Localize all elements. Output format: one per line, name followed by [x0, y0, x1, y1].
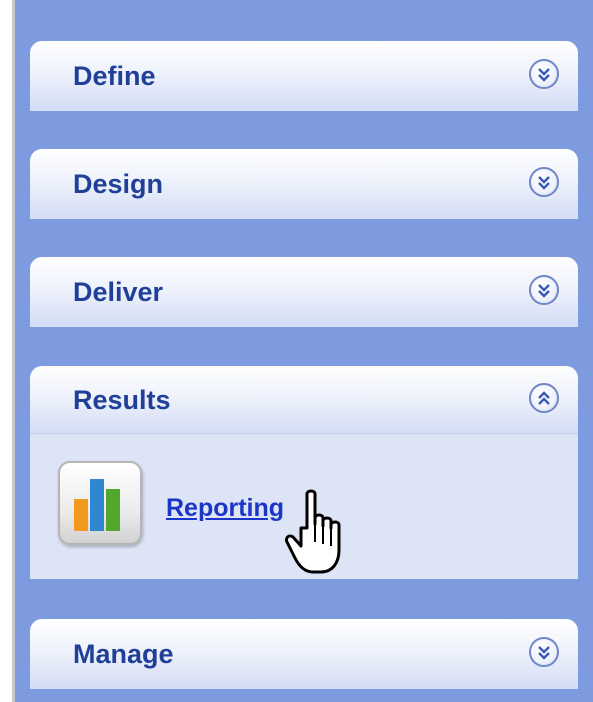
- section-header-manage[interactable]: Manage: [30, 619, 578, 689]
- double-chevron-down-icon[interactable]: [529, 637, 559, 667]
- double-chevron-down-icon[interactable]: [529, 59, 559, 89]
- section-header-design[interactable]: Design: [30, 149, 578, 219]
- bar-chart-icon[interactable]: [58, 461, 142, 545]
- section-label-deliver: Deliver: [73, 276, 164, 307]
- section-label-define: Define: [73, 60, 156, 91]
- double-chevron-down-icon[interactable]: [529, 167, 559, 197]
- section-label-manage: Manage: [73, 638, 174, 669]
- section-header-deliver[interactable]: Deliver: [30, 257, 578, 327]
- hand-pointer-icon: [283, 488, 353, 580]
- double-chevron-up-icon[interactable]: [529, 383, 559, 413]
- section-header-define[interactable]: Define: [30, 41, 578, 111]
- section-label-results: Results: [73, 384, 171, 415]
- section-header-results[interactable]: Results: [30, 366, 578, 434]
- reporting-link[interactable]: Reporting: [166, 494, 284, 523]
- section-label-design: Design: [73, 168, 164, 199]
- double-chevron-down-icon[interactable]: [529, 275, 559, 305]
